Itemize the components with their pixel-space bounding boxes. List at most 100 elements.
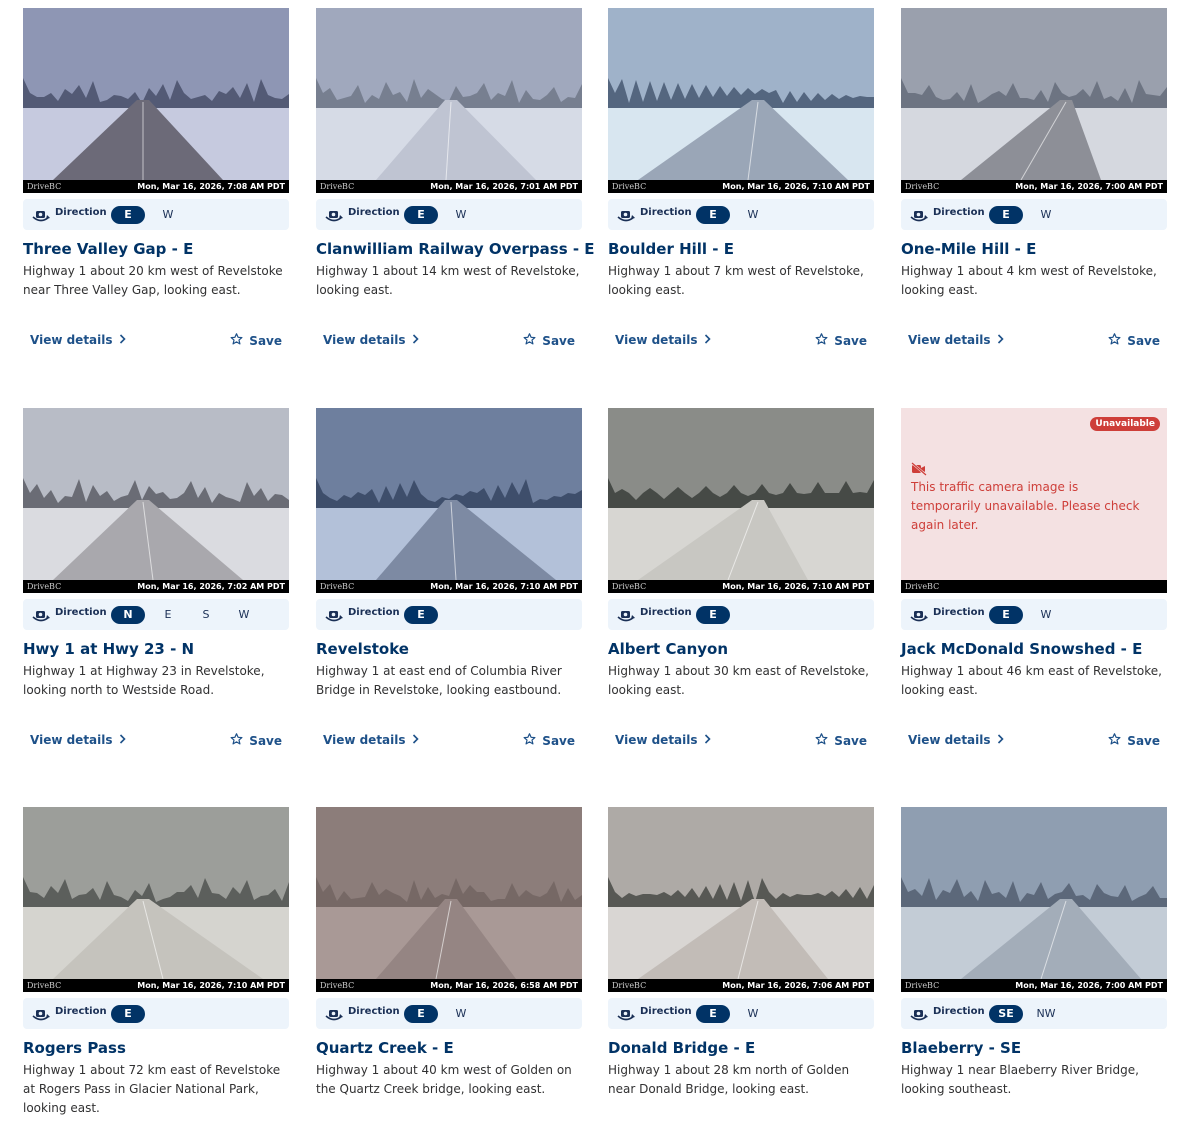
camera-thumbnail[interactable]: DriveBC Mon, Mar 16, 2026, 7:00 AM PDT — [901, 8, 1167, 193]
camera-title[interactable]: One-Mile Hill - E — [901, 240, 1167, 258]
direction-option-w[interactable]: W — [738, 206, 768, 224]
camera-image[interactable] — [608, 408, 874, 580]
view-details-link[interactable]: View details — [908, 733, 1004, 747]
direction-option-e[interactable]: E — [404, 606, 438, 624]
camera-thumbnail[interactable]: DriveBC Mon, Mar 16, 2026, 7:02 AM PDT — [23, 408, 289, 593]
view-details-link[interactable]: View details — [323, 333, 419, 347]
camera-title[interactable]: Boulder Hill - E — [608, 240, 874, 258]
image-timestamp-bar: DriveBC Mon, Mar 16, 2026, 7:10 AM PDT — [608, 180, 874, 193]
direction-option-w[interactable]: W — [153, 206, 183, 224]
direction-selector: Direction E — [23, 998, 289, 1029]
direction-option-e[interactable]: E — [404, 1005, 438, 1023]
camera-image[interactable] — [23, 807, 289, 979]
save-label: Save — [834, 334, 867, 348]
direction-option-w[interactable]: W — [229, 606, 259, 624]
camera-image[interactable] — [901, 807, 1167, 979]
camera-title[interactable]: Hwy 1 at Hwy 23 - N — [23, 640, 289, 658]
save-button[interactable]: Save — [815, 333, 867, 348]
view-details-link[interactable]: View details — [323, 733, 419, 747]
card-actions: View details Save — [608, 333, 874, 353]
save-button[interactable]: Save — [523, 333, 575, 348]
camera-thumbnail[interactable]: DriveBC Mon, Mar 16, 2026, 7:10 AM PDT — [23, 807, 289, 992]
image-timestamp: Mon, Mar 16, 2026, 7:01 AM PDT — [430, 182, 578, 191]
camera-title[interactable]: Three Valley Gap - E — [23, 240, 289, 258]
save-button[interactable]: Save — [1108, 733, 1160, 748]
view-details-label: View details — [908, 333, 991, 347]
direction-option-e[interactable]: E — [696, 606, 730, 624]
direction-option-e[interactable]: E — [696, 1005, 730, 1023]
direction-option-w[interactable]: W — [1031, 606, 1061, 624]
camera-thumbnail[interactable]: DriveBC Mon, Mar 16, 2026, 7:01 AM PDT — [316, 8, 582, 193]
image-timestamp: Mon, Mar 16, 2026, 6:58 AM PDT — [430, 981, 578, 990]
view-details-link[interactable]: View details — [615, 733, 711, 747]
save-button[interactable]: Save — [230, 333, 282, 348]
direction-option-e[interactable]: E — [989, 606, 1023, 624]
save-button[interactable]: Save — [230, 733, 282, 748]
camera-description: Highway 1 about 46 km east of Revelstoke… — [901, 664, 1162, 697]
camera-title[interactable]: Albert Canyon — [608, 640, 874, 658]
camera-thumbnail[interactable]: DriveBC Mon, Mar 16, 2026, 7:00 AM PDT — [901, 807, 1167, 992]
view-details-link[interactable]: View details — [908, 333, 1004, 347]
view-details-label: View details — [615, 333, 698, 347]
direction-option-e[interactable]: E — [111, 206, 145, 224]
camera-title[interactable]: Blaeberry - SE — [901, 1039, 1167, 1057]
direction-option-nw[interactable]: NW — [1031, 1005, 1061, 1023]
chevron-right-icon — [704, 733, 711, 747]
camera-card: DriveBC Mon, Mar 16, 2026, 7:10 AM PDT Dir… — [316, 408, 582, 700]
view-details-link[interactable]: View details — [30, 733, 126, 747]
camera-image[interactable] — [316, 408, 582, 580]
direction-option-n[interactable]: N — [111, 606, 145, 624]
direction-options: E — [404, 606, 446, 624]
direction-options: EW — [696, 206, 776, 224]
save-button[interactable]: Save — [1108, 333, 1160, 348]
direction-option-w[interactable]: W — [738, 1005, 768, 1023]
view-details-link[interactable]: View details — [615, 333, 711, 347]
direction-option-e[interactable]: E — [404, 206, 438, 224]
chevron-right-icon — [412, 733, 419, 747]
save-button[interactable]: Save — [523, 733, 575, 748]
direction-option-e[interactable]: E — [111, 1005, 145, 1023]
camera-image[interactable] — [316, 807, 582, 979]
camera-thumbnail[interactable]: DriveBC Mon, Mar 16, 2026, 7:08 AM PDT — [23, 8, 289, 193]
view-details-label: View details — [323, 733, 406, 747]
camera-thumbnail[interactable]: DriveBC Mon, Mar 16, 2026, 7:10 AM PDT — [316, 408, 582, 593]
view-details-link[interactable]: View details — [30, 333, 126, 347]
direction-option-w[interactable]: W — [446, 206, 476, 224]
camera-description: Highway 1 at east end of Columbia River … — [316, 664, 562, 697]
camera-title[interactable]: Jack McDonald Snowshed - E — [901, 640, 1167, 658]
camera-description: Highway 1 about 4 km west of Revelstoke,… — [901, 264, 1157, 297]
direction-options: EW — [111, 206, 191, 224]
camera-title[interactable]: Rogers Pass — [23, 1039, 289, 1057]
direction-option-e[interactable]: E — [696, 206, 730, 224]
camera-title[interactable]: Donald Bridge - E — [608, 1039, 874, 1057]
camera-image[interactable] — [23, 8, 289, 180]
direction-option-s[interactable]: S — [191, 606, 221, 624]
direction-label: Direction — [933, 607, 985, 618]
direction-option-e[interactable]: E — [989, 206, 1023, 224]
direction-option-se[interactable]: SE — [989, 1005, 1023, 1023]
drivebc-watermark: DriveBC — [320, 582, 355, 591]
camera-image[interactable] — [608, 8, 874, 180]
camera-thumbnail[interactable]: DriveBC Mon, Mar 16, 2026, 7:10 AM PDT — [608, 408, 874, 593]
image-timestamp-bar: DriveBC Mon, Mar 16, 2026, 7:10 AM PDT — [23, 979, 289, 992]
direction-label: Direction — [348, 607, 400, 618]
camera-card: DriveBC Mon, Mar 16, 2026, 7:06 AM PDT Dir… — [608, 807, 874, 1099]
save-button[interactable]: Save — [815, 733, 867, 748]
camera-title[interactable]: Clanwilliam Railway Overpass - E — [316, 240, 595, 258]
camera-thumbnail[interactable]: DriveBC Mon, Mar 16, 2026, 7:10 AM PDT — [608, 8, 874, 193]
direction-option-w[interactable]: W — [446, 1005, 476, 1023]
camera-image[interactable] — [23, 408, 289, 580]
camera-title[interactable]: Quartz Creek - E — [316, 1039, 582, 1057]
camera-thumbnail[interactable]: DriveBC Mon, Mar 16, 2026, 7:06 AM PDT — [608, 807, 874, 992]
direction-option-e[interactable]: E — [153, 606, 183, 624]
camera-image[interactable] — [316, 8, 582, 180]
direction-option-w[interactable]: W — [1031, 206, 1061, 224]
camera-thumbnail[interactable]: Unavailable This traffic camera image is … — [901, 408, 1167, 593]
direction-label: Direction — [933, 207, 985, 218]
camera-description: Highway 1 at Highway 23 in Revelstoke, l… — [23, 664, 265, 697]
camera-title[interactable]: Revelstoke — [316, 640, 582, 658]
direction-label: Direction — [55, 1006, 107, 1017]
camera-image[interactable] — [901, 8, 1167, 180]
camera-image[interactable] — [608, 807, 874, 979]
camera-thumbnail[interactable]: DriveBC Mon, Mar 16, 2026, 6:58 AM PDT — [316, 807, 582, 992]
